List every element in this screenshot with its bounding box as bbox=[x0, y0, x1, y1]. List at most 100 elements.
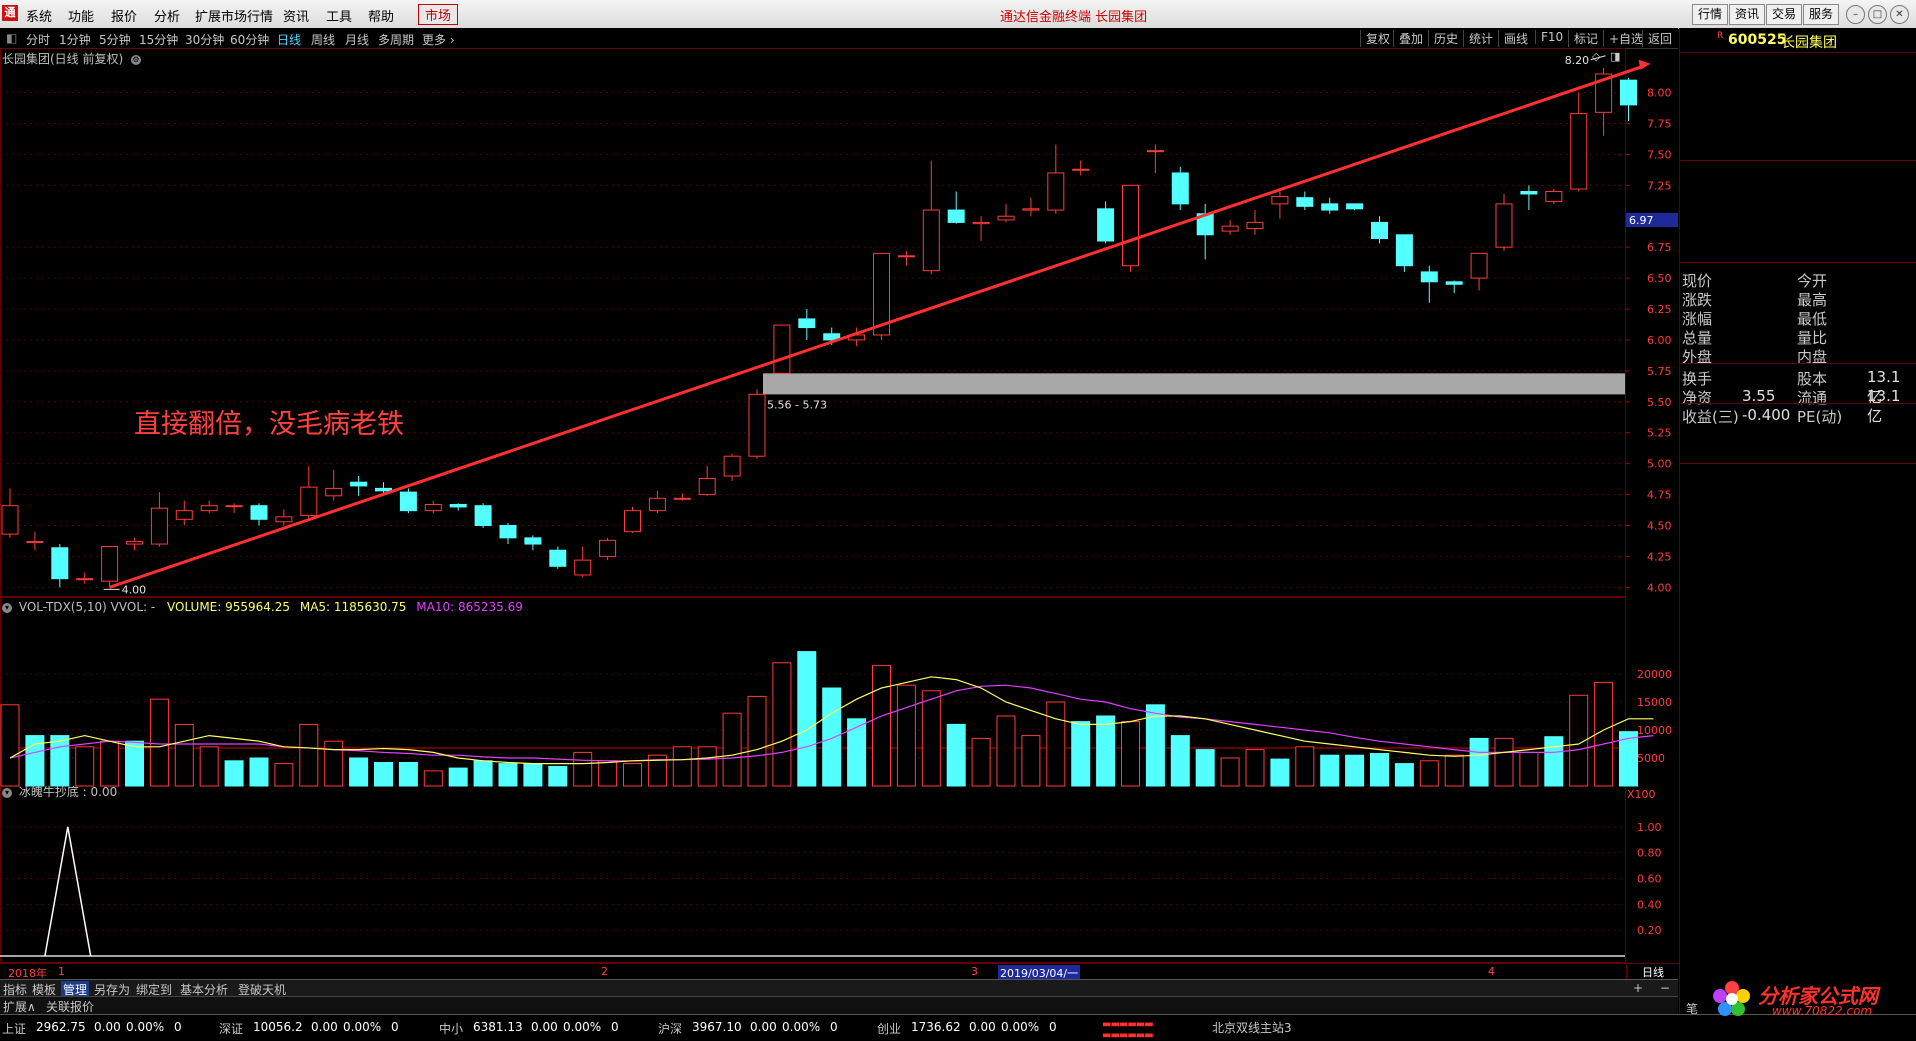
period-15min[interactable]: 15分钟 bbox=[139, 31, 178, 48]
trend-line bbox=[109, 64, 1645, 589]
restore-icon[interactable]: □ bbox=[1868, 5, 1887, 24]
btn-trade[interactable]: 交易 bbox=[1766, 4, 1803, 25]
menu-tools[interactable]: 工具 bbox=[326, 6, 352, 25]
server-name: 北京双线主站3 bbox=[1212, 1021, 1292, 1035]
minimize-icon[interactable]: – bbox=[1846, 5, 1865, 24]
volume-bar bbox=[299, 723, 319, 787]
price-panel-title: 长园集团(日线 前复权) ⚙ bbox=[2, 50, 144, 67]
volume-bar bbox=[349, 757, 369, 787]
volume-bar bbox=[498, 763, 518, 787]
btn-quote[interactable]: 行情 bbox=[1692, 4, 1729, 25]
add-tab-icon[interactable]: + bbox=[1633, 981, 1643, 995]
tab-extend[interactable]: 扩展∧ bbox=[3, 998, 36, 1015]
candle-body bbox=[1171, 172, 1189, 205]
indicator-collapse-icon[interactable]: ▾ bbox=[2, 787, 12, 798]
candle-body bbox=[1072, 168, 1090, 171]
candle-body bbox=[524, 537, 542, 545]
index-name: 中小 bbox=[439, 1022, 464, 1036]
period-1min[interactable]: 1分钟 bbox=[59, 31, 91, 48]
volume-bar bbox=[1245, 749, 1265, 787]
price-tick-label: 4.25 bbox=[1647, 550, 1672, 563]
menu-info[interactable]: 资讯 bbox=[283, 6, 309, 25]
tool-drawline[interactable]: 画线 bbox=[1498, 30, 1528, 47]
period-timeshare[interactable]: 分时 bbox=[26, 31, 50, 48]
stock-header: R 600525 长园集团 bbox=[1680, 28, 1916, 53]
index-price: 10056.2 bbox=[253, 1020, 303, 1034]
current-price-label: 6.97 bbox=[1629, 214, 1654, 227]
menu-market[interactable]: 市场 bbox=[418, 4, 459, 25]
quote-value: -0.400 bbox=[1742, 406, 1791, 424]
menu-quote[interactable]: 报价 bbox=[111, 6, 137, 25]
volume-tick-label: 15000 bbox=[1637, 696, 1672, 709]
menu-help[interactable]: 帮助 bbox=[368, 6, 394, 25]
date-axis: 2018年 1 2 3 2019/03/04/一 4 bbox=[0, 963, 1625, 981]
menu-system[interactable]: 系统 bbox=[26, 6, 52, 25]
period-daily[interactable]: 日线 bbox=[277, 31, 301, 48]
index-price: 2962.75 bbox=[36, 1020, 86, 1034]
tab-related-quotes[interactable]: 关联报价 bbox=[46, 998, 94, 1015]
index-name: 上证 bbox=[2, 1022, 27, 1036]
period-multi[interactable]: 多周期 bbox=[378, 31, 414, 48]
remove-tab-icon[interactable]: − bbox=[1660, 981, 1670, 995]
volume-bar bbox=[473, 760, 493, 787]
volume-bar bbox=[921, 690, 941, 787]
candle-body bbox=[972, 221, 990, 225]
candle-body bbox=[1047, 172, 1065, 211]
tool-f10[interactable]: F10 bbox=[1535, 30, 1563, 44]
price-tick-label: 8.00 bbox=[1647, 87, 1672, 100]
pen-tool[interactable]: 笔 bbox=[1686, 1000, 1698, 1017]
volume-bar bbox=[374, 761, 393, 787]
period-more[interactable]: 更多 › bbox=[422, 31, 455, 48]
volume-bar bbox=[1544, 736, 1564, 787]
candle-body bbox=[1371, 221, 1388, 240]
stock-code: 600525 bbox=[1728, 32, 1787, 48]
candle-body bbox=[1620, 79, 1637, 106]
btn-service[interactable]: 服务 bbox=[1803, 4, 1840, 25]
menu-function[interactable]: 功能 bbox=[68, 6, 94, 25]
volume-bar bbox=[448, 767, 468, 787]
quote-row: 换手 股本 13.1亿 bbox=[1682, 368, 1915, 406]
candle-body bbox=[51, 547, 69, 580]
volume-bar bbox=[398, 761, 418, 787]
tool-back[interactable]: 返回 bbox=[1642, 30, 1672, 47]
signal-bars: ▬▬▬▬▬▬ ▬▬▬▬▬▬ bbox=[1102, 1019, 1154, 1041]
candle-body bbox=[300, 486, 318, 517]
btn-info[interactable]: 资讯 bbox=[1729, 4, 1766, 25]
candle-body bbox=[250, 505, 268, 520]
date-month-4: 4 bbox=[1488, 965, 1495, 978]
volume-bar bbox=[1345, 754, 1365, 787]
tool-adjust[interactable]: 复权 bbox=[1360, 30, 1390, 47]
volume-bar bbox=[623, 763, 642, 787]
period-5min[interactable]: 5分钟 bbox=[99, 31, 131, 48]
tool-overlay[interactable]: 叠加 bbox=[1393, 30, 1423, 47]
tool-stats[interactable]: 统计 bbox=[1463, 30, 1493, 47]
price-tick-label: 5.75 bbox=[1647, 365, 1672, 378]
tool-history[interactable]: 历史 bbox=[1428, 30, 1458, 47]
period-30min[interactable]: 30分钟 bbox=[185, 31, 224, 48]
window-toggle-icon: ◨ bbox=[1610, 50, 1620, 63]
period-60min[interactable]: 60分钟 bbox=[230, 31, 269, 48]
quote-divider-1 bbox=[1680, 363, 1916, 364]
tool-add-watchlist[interactable]: +自选 bbox=[1603, 30, 1643, 47]
menu-ext-market[interactable]: 扩展市场行情 bbox=[195, 6, 273, 25]
tool-mark[interactable]: 标记 bbox=[1568, 30, 1598, 47]
indicator-tick-label: 0.20 bbox=[1637, 924, 1662, 937]
candle-body bbox=[1221, 225, 1239, 232]
period-weekly[interactable]: 周线 bbox=[311, 31, 335, 48]
volume-bar bbox=[1444, 754, 1464, 787]
volume-collapse-icon[interactable]: ▾ bbox=[2, 602, 12, 613]
menu-analysis[interactable]: 分析 bbox=[154, 6, 180, 25]
index-price: 3967.10 bbox=[692, 1020, 742, 1034]
watermark-url: www.70822.com bbox=[1772, 1004, 1873, 1018]
candle-body bbox=[1246, 221, 1264, 230]
price-tick-label: 5.00 bbox=[1647, 458, 1672, 471]
period-monthly[interactable]: 月线 bbox=[345, 31, 369, 48]
settings-icon[interactable]: ⚙ bbox=[131, 54, 142, 65]
kline-chart[interactable]: 8.00 7.75 7.50 7.25 6.75 6.50 6.25 6.00 5.75 5.50… bbox=[0, 48, 1678, 963]
quote-label: 最低 bbox=[1797, 310, 1828, 328]
close-icon[interactable]: ✕ bbox=[1890, 5, 1909, 24]
indicator-tick-label: 0.80 bbox=[1637, 847, 1662, 860]
index-chg: 0.00 bbox=[750, 1020, 777, 1034]
candle-body bbox=[1420, 271, 1438, 283]
panel-toggle-icon[interactable]: ◧ bbox=[6, 31, 17, 45]
